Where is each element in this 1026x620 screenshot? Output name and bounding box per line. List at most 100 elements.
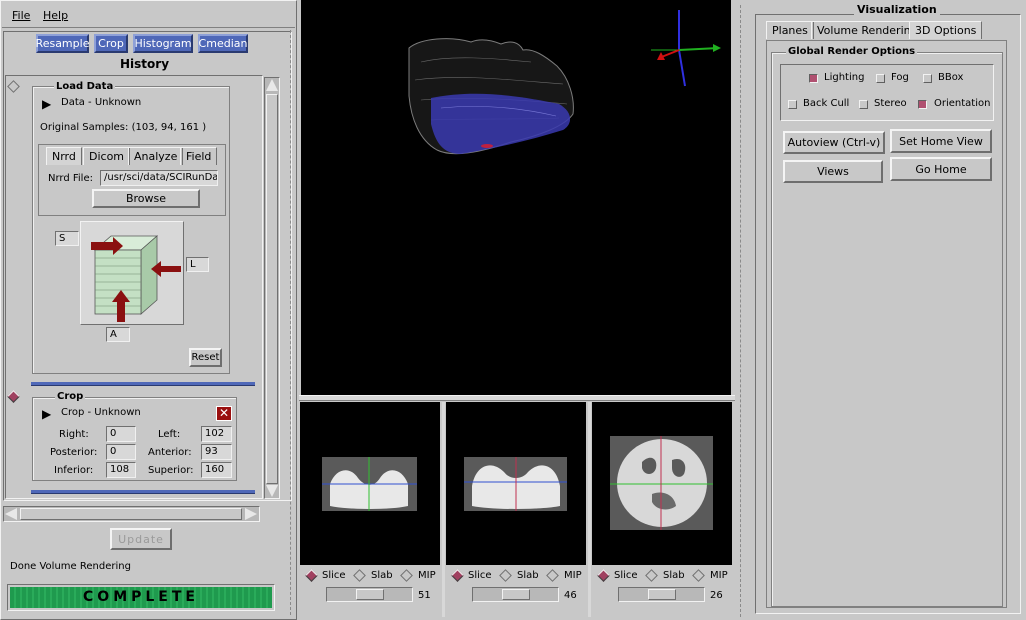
slice-image-2 [464, 457, 567, 511]
visualization-title: Visualization [854, 3, 940, 16]
slice-slider-2[interactable] [472, 587, 559, 602]
slab-label: Slab [663, 570, 685, 581]
crop-posterior-label: Posterior: [50, 447, 98, 458]
tab-analyze[interactable]: Analyze [128, 147, 184, 165]
set-home-view-button[interactable]: Set Home View [890, 129, 992, 153]
global-render-options-title: Global Render Options [786, 46, 918, 57]
crop-left-label: Left: [158, 429, 181, 440]
history-hscrollbar[interactable] [3, 506, 260, 522]
autoview-button[interactable]: Autoview (Ctrl-v) [783, 131, 885, 154]
pane-divider[interactable] [290, 30, 291, 615]
orientation-checkbox[interactable] [918, 100, 927, 109]
crop-right-input[interactable]: 0 [106, 426, 136, 442]
slider-thumb[interactable] [356, 589, 384, 600]
volume-render-view[interactable] [301, 0, 731, 395]
crop-inferior-input[interactable]: 108 [106, 462, 136, 478]
cmedian-button[interactable]: Cmedian [198, 34, 248, 53]
orientation-label: Orientation [934, 98, 991, 109]
slice-image-3 [610, 436, 713, 530]
scroll-up-arrow[interactable] [266, 79, 278, 91]
play-icon[interactable]: ▶ [42, 407, 51, 421]
fog-label: Fog [891, 72, 909, 83]
slice-radio-1[interactable] [305, 569, 318, 582]
history-vscrollbar[interactable] [264, 77, 280, 499]
tab-field[interactable]: Field [180, 147, 218, 165]
hscroll-thumb[interactable] [20, 508, 242, 520]
crop-left-input[interactable]: 102 [201, 426, 232, 442]
slice-value-3: 26 [710, 590, 723, 601]
browse-button[interactable]: Browse [92, 189, 200, 208]
separator-bar [31, 382, 255, 386]
slice-radio-2[interactable] [451, 569, 464, 582]
play-icon[interactable]: ▶ [42, 97, 51, 111]
slice-radio-3[interactable] [597, 569, 610, 582]
resample-button[interactable]: Resample [36, 34, 89, 53]
fog-checkbox[interactable] [876, 74, 885, 83]
close-icon[interactable]: ✕ [216, 406, 232, 421]
crop-anterior-input[interactable]: 93 [201, 444, 232, 460]
bbox-label: BBox [938, 72, 964, 83]
slice-image-1 [322, 457, 417, 511]
menu-help[interactable]: Help [43, 9, 68, 22]
pane-divider[interactable] [740, 5, 741, 617]
go-home-button[interactable]: Go Home [890, 157, 992, 181]
scroll-down-arrow[interactable] [266, 485, 278, 497]
bbox-checkbox[interactable] [923, 74, 932, 83]
status-text: Done Volume Rendering [10, 561, 131, 572]
slab-radio-2[interactable] [499, 569, 512, 582]
scroll-left-arrow[interactable] [5, 508, 17, 520]
slice-view-3[interactable] [592, 402, 732, 565]
slider-thumb[interactable] [648, 589, 676, 600]
pane-divider[interactable] [442, 402, 445, 617]
back-cull-label: Back Cull [803, 98, 850, 109]
axis-a-field[interactable]: A [106, 327, 130, 342]
crop-superior-input[interactable]: 160 [201, 462, 232, 478]
crop-button[interactable]: Crop [94, 34, 128, 53]
histogram-button[interactable]: Histogram [133, 34, 193, 53]
slice-view-2[interactable] [446, 402, 586, 565]
views-button[interactable]: Views [783, 160, 883, 183]
tab-planes[interactable]: Planes [766, 21, 814, 39]
axis-s-field[interactable]: S [55, 231, 79, 246]
orientation-widget [80, 221, 184, 325]
slice-label: Slice [322, 570, 346, 581]
tab-dicom[interactable]: Dicom [83, 147, 131, 165]
update-button[interactable]: Update [110, 528, 172, 550]
reset-button[interactable]: Reset [189, 348, 222, 367]
pane-divider[interactable] [588, 402, 591, 617]
stereo-label: Stereo [874, 98, 907, 109]
slice-view-1[interactable] [300, 402, 440, 565]
slab-label: Slab [517, 570, 539, 581]
axis-l-field[interactable]: L [186, 257, 209, 272]
crop-right-label: Right: [59, 429, 89, 440]
mip-radio-3[interactable] [692, 569, 705, 582]
slice-label: Slice [614, 570, 638, 581]
crop-status: Crop - Unknown [61, 407, 141, 418]
scroll-right-arrow[interactable] [245, 508, 257, 520]
lighting-label: Lighting [824, 72, 865, 83]
mip-radio-1[interactable] [400, 569, 413, 582]
slice-slider-3[interactable] [618, 587, 705, 602]
tab-nrrd[interactable]: Nrrd [46, 147, 82, 165]
nrrd-file-input[interactable]: /usr/sci/data/SCIRunData [100, 170, 218, 186]
lighting-checkbox[interactable] [809, 74, 818, 83]
axis-gizmo-icon [651, 10, 721, 87]
view-divider[interactable] [299, 395, 735, 401]
mip-radio-2[interactable] [546, 569, 559, 582]
volume-orientation-icon [91, 235, 181, 322]
mip-label: MIP [418, 570, 436, 581]
load-data-status: Data - Unknown [61, 97, 142, 108]
crop-posterior-input[interactable]: 0 [106, 444, 136, 460]
menu-bar: File Help [2, 2, 295, 28]
crop-anterior-label: Anterior: [148, 447, 192, 458]
slider-thumb[interactable] [502, 589, 530, 600]
vscroll-thumb[interactable] [266, 94, 278, 484]
slab-radio-1[interactable] [353, 569, 366, 582]
menu-file[interactable]: File [12, 9, 30, 22]
tab-3d-options[interactable]: 3D Options [909, 21, 983, 39]
back-cull-checkbox[interactable] [788, 100, 797, 109]
slab-radio-3[interactable] [645, 569, 658, 582]
stereo-checkbox[interactable] [859, 100, 868, 109]
tab-volume-rendering[interactable]: Volume Rendering [811, 21, 924, 39]
slice-slider-1[interactable] [326, 587, 413, 602]
